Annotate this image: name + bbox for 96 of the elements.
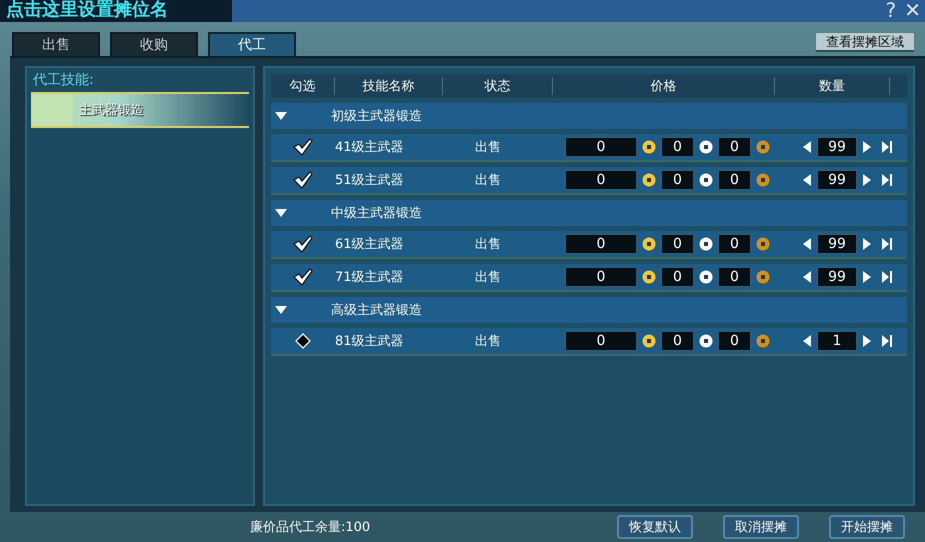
coin-icon — [756, 237, 770, 251]
tab[interactable]: 出售 — [12, 32, 100, 56]
max-quantity-icon[interactable] — [882, 174, 892, 186]
increase-arrow-icon[interactable] — [862, 141, 872, 153]
max-quantity-icon[interactable] — [882, 271, 892, 283]
coin-icon — [699, 237, 713, 251]
coin-icon — [756, 334, 770, 348]
price-field[interactable]: 0 — [718, 331, 751, 351]
item-status: 出售 — [475, 172, 502, 189]
view-area-button[interactable]: 查看摆摊区域 — [815, 32, 915, 52]
group-row[interactable]: 初级主武器锻造 — [271, 103, 907, 129]
group-name: 初级主武器锻造 — [331, 108, 422, 125]
help-icon[interactable]: ? — [882, 0, 900, 22]
item-name: 41级主武器 — [335, 139, 405, 156]
coin-icon — [642, 237, 656, 251]
column-header: 技能名称 — [335, 77, 443, 95]
price-field[interactable]: 0 — [661, 267, 694, 287]
coin-icon — [699, 270, 713, 284]
price-field[interactable]: 0 — [718, 137, 751, 157]
item-name: 71级主武器 — [335, 269, 405, 286]
increase-arrow-icon[interactable] — [862, 271, 872, 283]
checkmark-icon[interactable] — [293, 235, 313, 253]
item-row[interactable]: 81级主武器 出售 0 0 0 1 — [271, 328, 907, 356]
column-header: 数量 — [775, 77, 890, 95]
item-name: 61级主武器 — [335, 236, 405, 253]
group-name: 中级主武器锻造 — [331, 205, 422, 222]
quantity-field[interactable]: 99 — [817, 234, 857, 254]
item-row[interactable]: 41级主武器 出售 0 0 0 99 — [271, 134, 907, 162]
item-row[interactable]: 51级主武器 出售 0 0 0 99 — [271, 167, 907, 195]
group-name: 高级主武器锻造 — [331, 302, 422, 319]
decrease-arrow-icon[interactable] — [802, 271, 812, 283]
price-field[interactable]: 0 — [661, 170, 694, 190]
skill-icon — [31, 94, 73, 126]
coin-icon — [642, 270, 656, 284]
price-field[interactable]: 0 — [661, 331, 694, 351]
coin-icon — [756, 270, 770, 284]
coin-icon — [642, 140, 656, 154]
coin-icon — [756, 173, 770, 187]
max-quantity-icon[interactable] — [882, 238, 892, 250]
tab[interactable]: 收购 — [110, 32, 198, 56]
max-quantity-icon[interactable] — [882, 335, 892, 347]
quantity-field[interactable]: 99 — [817, 170, 857, 190]
coin-icon — [699, 140, 713, 154]
column-header: 勾选 — [271, 77, 335, 95]
increase-arrow-icon[interactable] — [862, 174, 872, 186]
coin-icon — [699, 173, 713, 187]
item-status: 出售 — [475, 139, 502, 156]
increase-arrow-icon[interactable] — [862, 335, 872, 347]
price-field[interactable]: 0 — [565, 234, 637, 254]
expand-triangle-icon[interactable] — [275, 209, 287, 217]
expand-triangle-icon[interactable] — [275, 306, 287, 314]
footer-button[interactable]: 恢复默认 — [617, 515, 693, 539]
coin-icon — [642, 334, 656, 348]
group-row[interactable]: 中级主武器锻造 — [271, 200, 907, 226]
coin-icon — [756, 140, 770, 154]
max-quantity-icon[interactable] — [882, 141, 892, 153]
tab[interactable]: 代工 — [208, 32, 296, 56]
coin-icon — [642, 173, 656, 187]
price-field[interactable]: 0 — [565, 170, 637, 190]
checkmark-icon[interactable] — [293, 268, 313, 286]
column-header: 价格 — [553, 77, 775, 95]
item-row[interactable]: 61级主武器 出售 0 0 0 99 — [271, 231, 907, 259]
item-name: 81级主武器 — [335, 333, 405, 350]
price-field[interactable]: 0 — [718, 267, 751, 287]
footer-button[interactable]: 开始摆摊 — [829, 515, 905, 539]
item-status: 出售 — [475, 333, 502, 350]
quantity-field[interactable]: 1 — [817, 331, 857, 351]
expand-triangle-icon[interactable] — [275, 112, 287, 120]
decrease-arrow-icon[interactable] — [802, 174, 812, 186]
decrease-arrow-icon[interactable] — [802, 335, 812, 347]
coin-icon — [699, 334, 713, 348]
decrease-arrow-icon[interactable] — [802, 141, 812, 153]
checkmark-icon[interactable] — [293, 138, 313, 156]
close-icon[interactable]: ✕ — [900, 0, 925, 22]
price-field[interactable]: 0 — [661, 137, 694, 157]
price-field[interactable]: 0 — [565, 137, 637, 157]
panel-title: 代工技能: — [32, 71, 95, 89]
group-row[interactable]: 高级主武器锻造 — [271, 297, 907, 323]
item-status: 出售 — [475, 269, 502, 286]
price-field[interactable]: 0 — [661, 234, 694, 254]
increase-arrow-icon[interactable] — [862, 238, 872, 250]
quantity-field[interactable]: 99 — [817, 267, 857, 287]
item-row[interactable]: 71级主武器 出售 0 0 0 99 — [271, 264, 907, 292]
price-field[interactable]: 0 — [565, 331, 637, 351]
decrease-arrow-icon[interactable] — [802, 238, 812, 250]
column-header: 状态 — [443, 77, 553, 95]
price-field[interactable]: 0 — [718, 170, 751, 190]
price-field[interactable]: 0 — [718, 234, 751, 254]
quantity-field[interactable]: 99 — [817, 137, 857, 157]
price-field[interactable]: 0 — [565, 267, 637, 287]
remaining-quota: 廉价品代工余量:100 — [250, 519, 370, 536]
footer-button[interactable]: 取消摆摊 — [723, 515, 799, 539]
item-name: 51级主武器 — [335, 172, 405, 189]
item-status: 出售 — [475, 236, 502, 253]
diamond-checkbox-icon[interactable] — [295, 333, 311, 349]
checkmark-icon[interactable] — [293, 171, 313, 189]
